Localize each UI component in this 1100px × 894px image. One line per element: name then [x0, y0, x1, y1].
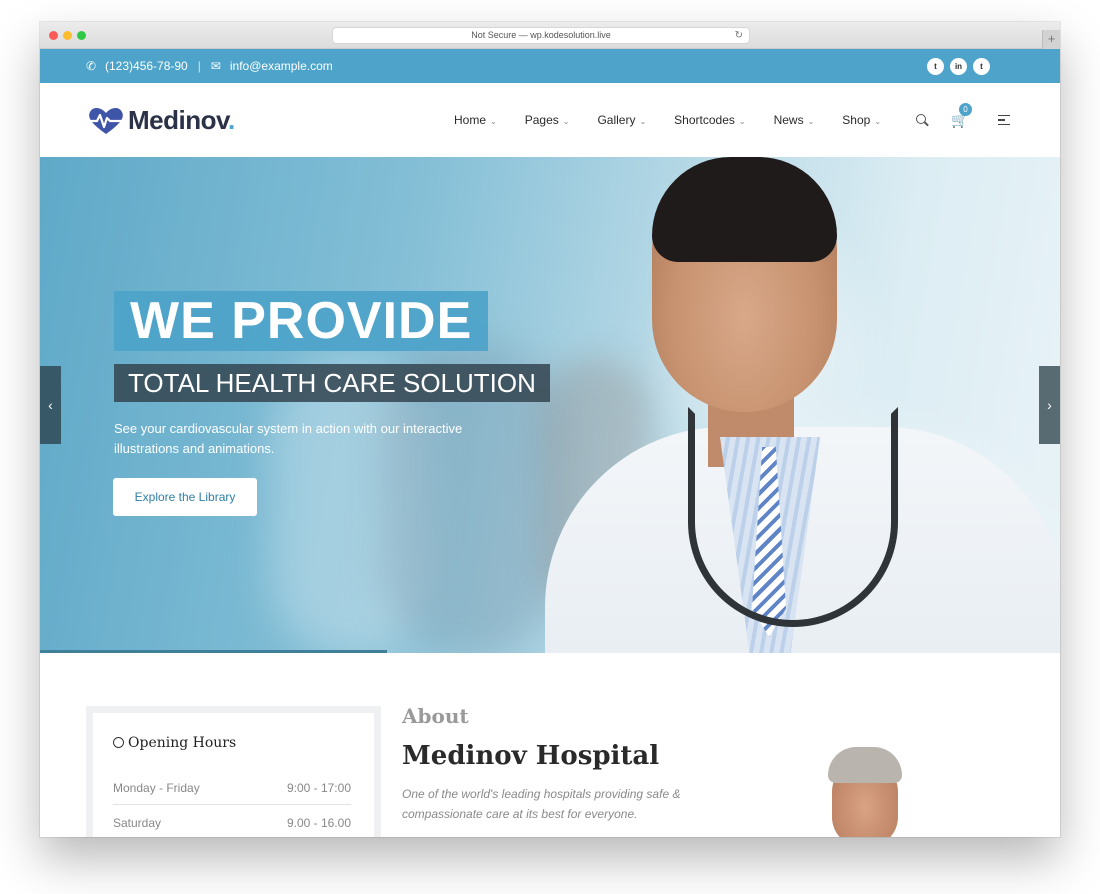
search-icon[interactable]: [916, 113, 929, 127]
reload-icon[interactable]: ↻: [735, 28, 743, 43]
hamburger-menu-icon[interactable]: [998, 112, 1011, 129]
chevron-down-icon: ⌄: [807, 117, 815, 126]
menu-item-news[interactable]: News ⌄: [774, 113, 815, 127]
menu-label: Pages: [524, 113, 559, 127]
logo-text: Medinov.: [128, 105, 235, 136]
chevron-down-icon: ⌄: [562, 117, 570, 126]
opening-hours-label: Opening Hours: [128, 735, 237, 751]
main-menu: Home ⌄ Pages ⌄ Gallery ⌄ Shortcodes ⌄ News ⌄ …: [454, 83, 909, 157]
menu-label: News: [773, 113, 804, 127]
top-info-bar: ✆ (123)456-78-90 | ✉ info@example.com t …: [40, 49, 1060, 83]
menu-item-shop[interactable]: Shop ⌄: [842, 113, 881, 127]
browser-window: Not Secure — wp.kodesolution.live ↻ + ✆ …: [40, 22, 1060, 837]
divider: [113, 804, 351, 805]
hero-title-line2: TOTAL HEALTH CARE SOLUTION: [114, 364, 550, 402]
zoom-window-button[interactable]: [77, 31, 86, 40]
doctor-portrait-image: [824, 747, 906, 837]
main-header: Medinov. Home ⌄ Pages ⌄ Gallery ⌄ Shortcode…: [40, 83, 1060, 157]
stethoscope-image: [688, 407, 898, 627]
about-section: Opening Hours Monday - Friday 9:00 - 17:…: [40, 653, 1060, 837]
hours-day: Monday - Friday: [113, 781, 200, 795]
menu-item-home[interactable]: Home ⌄: [454, 113, 497, 127]
phone-number[interactable]: (123)456-78-90: [105, 59, 188, 73]
hours-time: 9.00 - 16.00: [286, 816, 351, 830]
cart-icon[interactable]: 🛒 0: [951, 102, 972, 129]
address-bar[interactable]: Not Secure — wp.kodesolution.live ↻: [332, 27, 750, 44]
linkedin-icon[interactable]: in: [950, 58, 967, 75]
phone-icon: ✆: [86, 59, 97, 73]
social-links: t in t: [927, 58, 990, 75]
slider-prev-arrow[interactable]: ‹: [40, 366, 61, 444]
menu-label: Shop: [842, 113, 871, 127]
close-window-button[interactable]: [49, 31, 58, 40]
hero-title-line1: WE PROVIDE: [114, 291, 489, 351]
hero-description: See your cardiovascular system in action…: [114, 421, 463, 456]
heart-pulse-icon: [88, 107, 124, 134]
menu-label: Gallery: [597, 113, 636, 127]
chevron-down-icon: ⌄: [639, 117, 647, 126]
chevron-down-icon: ⌄: [490, 117, 497, 126]
menu-item-pages[interactable]: Pages ⌄: [525, 113, 570, 127]
browser-toolbar: Not Secure — wp.kodesolution.live ↻ +: [40, 22, 1060, 49]
hours-row: Saturday 9.00 - 16.00: [113, 816, 351, 830]
hours-row: Monday - Friday 9:00 - 17:00: [113, 781, 351, 795]
menu-item-shortcodes[interactable]: Shortcodes ⌄: [674, 113, 745, 127]
email-link[interactable]: info@example.com: [230, 59, 333, 73]
about-description: One of the world's leading hospitals pro…: [402, 787, 681, 821]
header-actions: 🛒 0: [916, 83, 1011, 157]
logo-name: Medinov: [128, 105, 229, 135]
opening-hours-card: Opening Hours Monday - Friday 9:00 - 17:…: [86, 706, 381, 837]
menu-label: Home: [454, 113, 487, 127]
twitter-icon[interactable]: t: [927, 58, 944, 75]
chevron-down-icon: ⌄: [738, 117, 746, 126]
about-kicker: About: [402, 704, 469, 728]
minimize-window-button[interactable]: [63, 31, 72, 40]
opening-hours-title: Opening Hours: [113, 735, 236, 751]
envelope-icon: ✉: [210, 59, 221, 73]
cart-count-badge: 0: [959, 102, 972, 116]
slider-next-arrow[interactable]: ›: [1039, 366, 1060, 444]
doctor-image-part: [652, 157, 837, 262]
address-text: Not Secure — wp.kodesolution.live: [471, 30, 611, 40]
logo-dot: .: [228, 105, 235, 135]
portrait-hair: [828, 747, 902, 783]
new-tab-button[interactable]: +: [1042, 30, 1060, 49]
site-logo[interactable]: Medinov.: [86, 105, 235, 136]
hours-day: Saturday: [113, 816, 162, 830]
menu-item-gallery[interactable]: Gallery ⌄: [597, 113, 646, 127]
hero-slider: WE PROVIDE TOTAL HEALTH CARE SOLUTION Se…: [40, 157, 1060, 653]
chevron-down-icon: ⌄: [874, 117, 882, 126]
about-title: Medinov Hospital: [402, 741, 660, 771]
menu-label: Shortcodes: [674, 113, 735, 127]
clock-icon: [113, 737, 124, 748]
contact-divider: |: [197, 59, 201, 73]
hours-time: 9:00 - 17:00: [286, 781, 351, 795]
tumblr-icon[interactable]: t: [973, 58, 990, 75]
explore-library-button[interactable]: Explore the Library: [113, 478, 257, 516]
